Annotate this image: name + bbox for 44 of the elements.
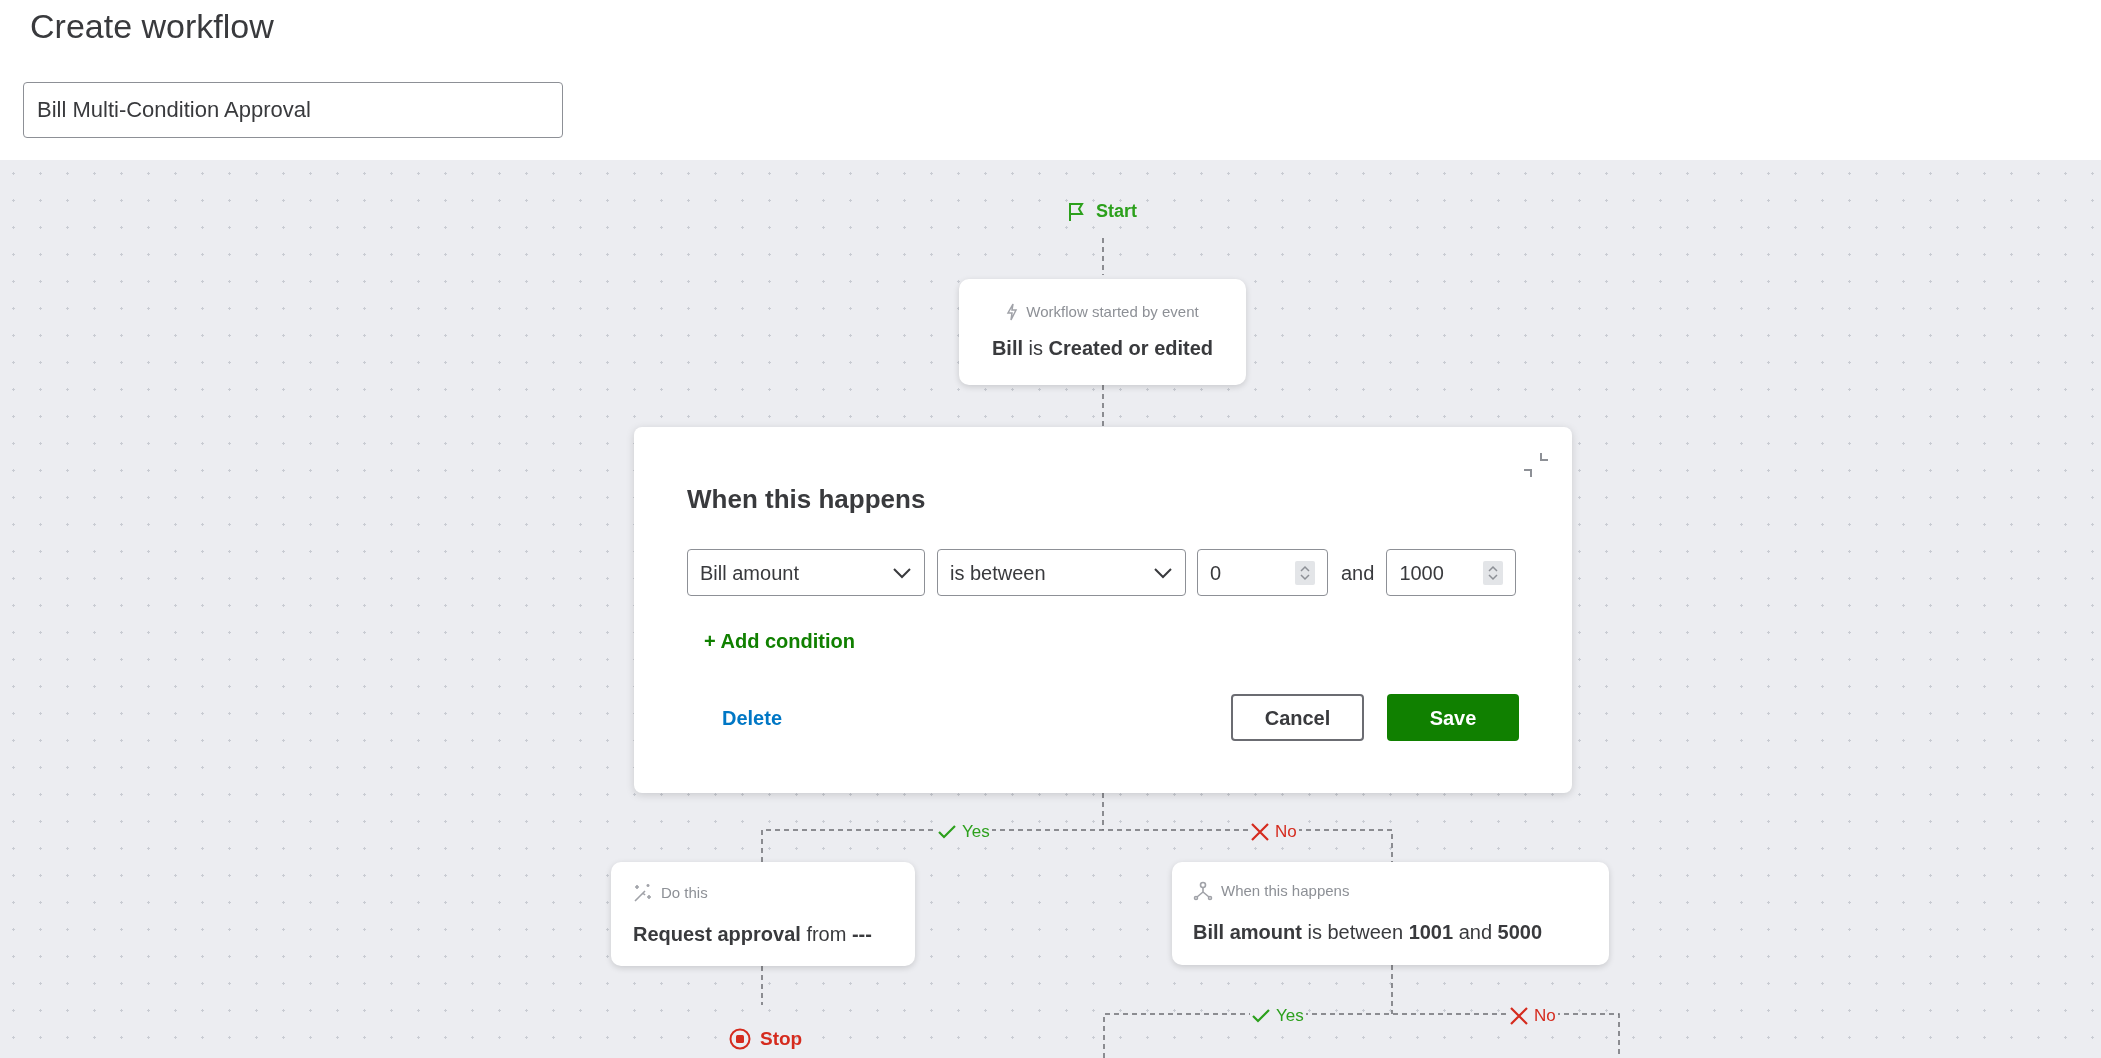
card-caption: Do this <box>661 883 708 903</box>
chevron-down-icon <box>892 566 912 579</box>
stop-label: Stop <box>760 1027 803 1051</box>
lightning-icon <box>1006 303 1019 321</box>
editor-title: When this happens <box>687 483 927 516</box>
spinner-arrows-icon <box>1483 560 1504 585</box>
flag-icon <box>1068 201 1084 222</box>
workflow-name-field[interactable]: Bill Multi-Condition Approval <box>23 82 563 138</box>
number-field[interactable]: 0 <box>1197 549 1328 596</box>
condition-text: Bill amount is between 1001 and 5000 <box>1193 919 1544 945</box>
page-title: Create workflow <box>30 6 275 47</box>
trigger-card[interactable]: Workflow started by event Bill is Created or edited <box>959 279 1246 385</box>
connector-line <box>1102 384 1104 428</box>
action-card[interactable]: Do this Request approval from --- <box>611 862 915 966</box>
close-icon <box>1251 822 1269 841</box>
close-icon <box>1510 1006 1528 1025</box>
action-text: Request approval from --- <box>633 921 873 947</box>
branch-label: No <box>1534 1005 1556 1027</box>
save-button[interactable]: Save <box>1387 694 1519 741</box>
field-dropdown[interactable]: Bill amount <box>687 549 925 596</box>
collapse-icon[interactable] <box>1522 451 1550 479</box>
chevron-down-icon <box>1153 566 1173 579</box>
card-caption: When this happens <box>1221 881 1350 901</box>
branch-icon <box>1193 881 1213 902</box>
branch-label: Yes <box>962 821 990 843</box>
connector-line <box>1102 237 1104 276</box>
joiner-label: and <box>1341 560 1375 586</box>
connector-line <box>761 965 763 1006</box>
add-condition-link[interactable]: + Add condition <box>704 626 855 656</box>
condition-card[interactable]: When this happens Bill amount is between 1001 and 5000 <box>1172 862 1609 965</box>
check-icon <box>938 824 956 839</box>
spinner-arrows-icon <box>1295 560 1315 585</box>
check-icon <box>1252 1008 1270 1023</box>
delete-link[interactable]: Delete <box>722 702 783 733</box>
magic-wand-icon <box>633 883 653 904</box>
number-field[interactable]: 1000 <box>1386 549 1517 596</box>
start-label: Start <box>1096 200 1137 223</box>
card-caption: Workflow started by event <box>1026 301 1199 322</box>
cancel-button[interactable]: Cancel <box>1231 694 1364 741</box>
stop-icon <box>729 1028 751 1051</box>
trigger-text: Bill is Created or edited <box>991 336 1214 362</box>
branch-label: No <box>1275 821 1297 843</box>
branch-label: Yes <box>1276 1005 1304 1027</box>
operator-dropdown[interactable]: is between <box>937 549 1186 596</box>
